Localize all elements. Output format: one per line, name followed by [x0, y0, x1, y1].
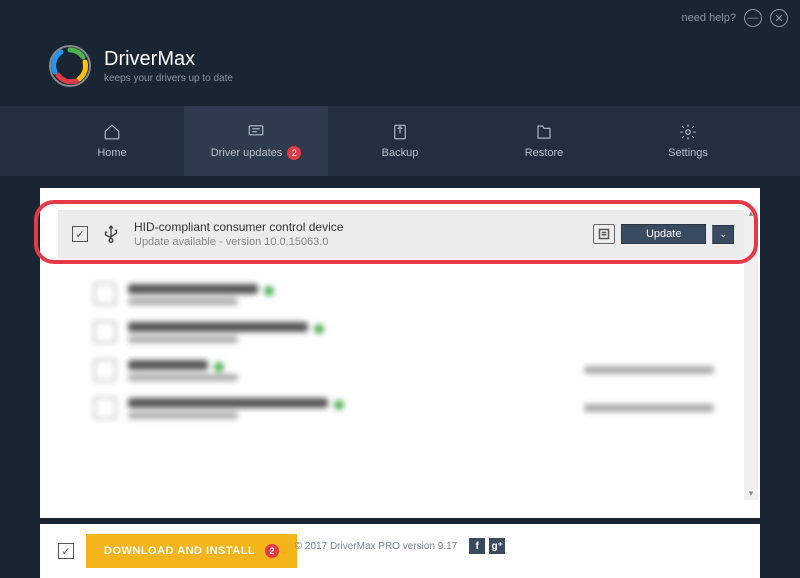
home-icon: [102, 123, 122, 141]
nav-restore-label: Restore: [525, 147, 564, 159]
updates-badge: 2: [287, 146, 301, 160]
copyright-bar: © 2017 DriverMax PRO version 9.17 f g⁺: [0, 538, 800, 554]
driver-row-featured[interactable]: ✓ HID-compliant consumer control device …: [58, 210, 748, 259]
update-button[interactable]: Update: [621, 224, 706, 244]
nav-settings-label: Settings: [668, 147, 708, 159]
restore-icon: [534, 123, 554, 141]
driver-row-blurred: [54, 275, 754, 313]
minimize-button[interactable]: —: [744, 9, 762, 27]
nav-updates-label: Driver updates: [211, 147, 283, 159]
scroll-up-icon[interactable]: ▴: [744, 206, 758, 220]
nav-settings[interactable]: Settings: [616, 106, 760, 176]
app-title: DriverMax: [104, 48, 233, 71]
brand-header: DriverMax keeps your drivers up to date: [0, 36, 800, 106]
facebook-icon[interactable]: f: [469, 538, 485, 554]
driver-status: Update available - version 10.0.15063.0: [134, 236, 581, 248]
driver-row-blurred: [54, 313, 754, 351]
backup-icon: [390, 123, 410, 141]
checkbox[interactable]: ✓: [72, 226, 88, 242]
app-subtitle: keeps your drivers up to date: [104, 73, 233, 84]
update-dropdown[interactable]: ⌄: [712, 225, 734, 244]
help-link[interactable]: need help?: [682, 12, 736, 24]
app-logo-icon: [48, 44, 92, 88]
updates-icon: [246, 122, 266, 140]
scroll-down-icon[interactable]: ▾: [744, 486, 758, 500]
nav-backup[interactable]: Backup: [328, 106, 472, 176]
nav-backup-label: Backup: [382, 147, 419, 159]
driver-row-blurred: [54, 351, 754, 389]
driver-list-panel: ✓ HID-compliant consumer control device …: [40, 188, 760, 518]
driver-row-blurred: [54, 389, 754, 427]
nav-driver-updates[interactable]: Driver updates 2: [184, 106, 328, 176]
nav-home-label: Home: [97, 147, 126, 159]
nav-home[interactable]: Home: [40, 106, 184, 176]
close-button[interactable]: ✕: [770, 9, 788, 27]
nav-restore[interactable]: Restore: [472, 106, 616, 176]
scrollbar[interactable]: ▴ ▾: [744, 206, 758, 500]
gear-icon: [678, 123, 698, 141]
main-navbar: Home Driver updates 2 Backup Restore Sett…: [0, 106, 800, 176]
driver-name: HID-compliant consumer control device: [134, 220, 581, 234]
google-plus-icon[interactable]: g⁺: [489, 538, 505, 554]
copyright-text: © 2017 DriverMax PRO version 9.17: [295, 541, 457, 552]
driver-details-button[interactable]: [593, 224, 615, 244]
usb-device-icon: [100, 223, 122, 245]
